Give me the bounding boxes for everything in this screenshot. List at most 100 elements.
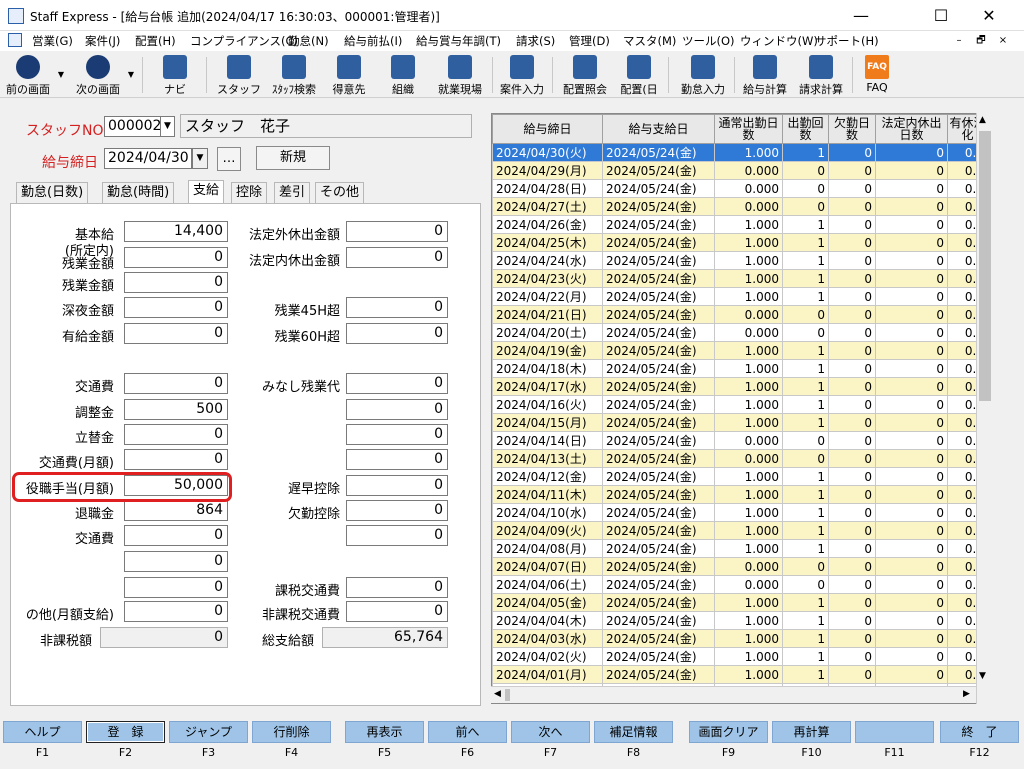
tab-attendance-days[interactable]: 勤怠(日数) bbox=[16, 182, 89, 204]
transport-2-field[interactable]: 0 bbox=[124, 525, 228, 546]
f4-delete-row-button[interactable]: 行削除 bbox=[252, 721, 331, 743]
table-row[interactable]: 2024/04/19(金) 2024/05/24(金) 1.000 1 0 0 0.0 bbox=[492, 341, 988, 360]
table-row[interactable]: 2024/04/23(火) 2024/05/24(金) 1.000 1 0 0 0.0 bbox=[492, 269, 988, 288]
menu-window[interactable]: ウィンドウ(W) bbox=[740, 33, 818, 49]
forward-button[interactable]: 次の画面 bbox=[72, 53, 124, 97]
billing-calc-button[interactable]: 請求計算 bbox=[794, 53, 848, 97]
payroll-calc-button[interactable]: 給与計算 bbox=[738, 53, 792, 97]
client-button[interactable]: 得意先 bbox=[326, 53, 372, 97]
menu-payroll[interactable]: 給与賞与年調(T) bbox=[416, 33, 501, 49]
maximize-button[interactable]: ☐ bbox=[918, 0, 964, 31]
project-entry-button[interactable]: 案件入力 bbox=[496, 53, 548, 97]
mdi-close-button[interactable]: × bbox=[994, 33, 1012, 49]
table-row[interactable]: 2024/04/22(月) 2024/05/24(金) 1.000 1 0 0 0.0 bbox=[492, 287, 988, 306]
f1-help-button[interactable]: ヘルプ bbox=[3, 721, 82, 743]
table-row[interactable]: 2024/04/08(月) 2024/05/24(金) 1.000 1 0 0 0.0 bbox=[492, 539, 988, 558]
table-row[interactable]: 2024/04/29(月) 2024/05/24(金) 0.000 0 0 0 0.0 bbox=[492, 161, 988, 180]
col-header-close-date[interactable]: 給与締日 bbox=[492, 114, 603, 144]
table-row[interactable]: 2024/04/12(金) 2024/05/24(金) 1.000 1 0 0 0.0 bbox=[492, 467, 988, 486]
table-row[interactable]: 2024/04/18(木) 2024/05/24(金) 1.000 1 0 0 0.0 bbox=[492, 359, 988, 378]
retirement-field[interactable]: 864 bbox=[124, 500, 228, 521]
menu-compliance[interactable]: コンプライアンス(C) bbox=[190, 33, 298, 49]
menu-tools[interactable]: ツール(O) bbox=[682, 33, 735, 49]
mdi-restore-button[interactable]: 🗗 bbox=[972, 33, 990, 49]
table-row[interactable]: 2024/04/24(水) 2024/05/24(金) 1.000 1 0 0 0.0 bbox=[492, 251, 988, 270]
table-row[interactable]: 2024/04/16(火) 2024/05/24(金) 1.000 1 0 0 0.0 bbox=[492, 395, 988, 414]
col-header-absence-days[interactable]: 欠勤日数 bbox=[828, 114, 876, 144]
staff-button[interactable]: スタッフ bbox=[216, 53, 262, 97]
f6-prev-button[interactable]: 前へ bbox=[428, 721, 507, 743]
col-header-attendance-count[interactable]: 出勤回数 bbox=[782, 114, 829, 144]
scroll-up-icon[interactable]: ▲ bbox=[979, 115, 986, 125]
table-row[interactable]: 2024/04/14(日) 2024/05/24(金) 0.000 0 0 0 0.0 bbox=[492, 431, 988, 450]
scroll-left-icon[interactable]: ◀ bbox=[494, 689, 501, 699]
overtime-45h-field[interactable]: 0 bbox=[346, 297, 448, 318]
mdi-minimize-button[interactable]: – bbox=[950, 33, 968, 49]
f7-next-button[interactable]: 次へ bbox=[511, 721, 590, 743]
table-row[interactable]: 2024/04/30(火) 2024/05/24(金) 1.000 1 0 0 0.0 bbox=[492, 143, 988, 162]
pay-close-date-input[interactable]: 2024/04/30 bbox=[104, 148, 192, 169]
base-pay-field[interactable]: 14,400 bbox=[124, 221, 228, 242]
f12-exit-button[interactable]: 終 了 bbox=[940, 721, 1019, 743]
new-button[interactable]: 新規 bbox=[256, 146, 330, 170]
night-amount-field[interactable]: 0 bbox=[124, 297, 228, 318]
transport-field[interactable]: 0 bbox=[124, 373, 228, 394]
hscroll-thumb[interactable] bbox=[505, 689, 510, 701]
f10-recalculate-button[interactable]: 再計算 bbox=[772, 721, 851, 743]
menu-billing[interactable]: 請求(S) bbox=[516, 33, 555, 49]
f11-button[interactable] bbox=[855, 721, 934, 743]
adjustment-field[interactable]: 500 bbox=[124, 399, 228, 420]
table-row[interactable]: 2024/04/11(木) 2024/05/24(金) 1.000 1 0 0 0.0 bbox=[492, 485, 988, 504]
back-dropdown[interactable]: ▼ bbox=[56, 53, 66, 97]
worksite-button[interactable]: 就業現場 bbox=[432, 53, 488, 97]
staff-no-input[interactable]: 000002 bbox=[104, 116, 162, 137]
custom-pay-field-2[interactable]: 0 bbox=[124, 577, 228, 598]
scroll-thumb[interactable] bbox=[979, 131, 991, 401]
table-row[interactable]: 2024/04/20(土) 2024/05/24(金) 0.000 0 0 0 0.0 bbox=[492, 323, 988, 342]
tab-deductions[interactable]: 控除 bbox=[231, 182, 268, 204]
custom-right-field-4[interactable]: 0 bbox=[346, 525, 448, 546]
col-header-holiday-work-days[interactable]: 法定内休出日数 bbox=[875, 114, 948, 144]
menu-admin[interactable]: 管理(D) bbox=[569, 33, 610, 49]
non-taxable-transport-field[interactable]: 0 bbox=[346, 601, 448, 622]
scroll-right-icon[interactable]: ▶ bbox=[963, 689, 970, 699]
table-row[interactable]: 2024/04/05(金) 2024/05/24(金) 1.000 1 0 0 0.0 bbox=[492, 593, 988, 612]
f5-refresh-button[interactable]: 再表示 bbox=[345, 721, 424, 743]
table-row[interactable]: 2024/04/13(土) 2024/05/24(金) 0.000 0 0 0 0.0 bbox=[492, 449, 988, 468]
table-row[interactable]: 2024/04/09(火) 2024/05/24(金) 1.000 1 0 0 0.0 bbox=[492, 521, 988, 540]
vertical-scrollbar[interactable]: ▲ ▼ bbox=[976, 113, 993, 704]
minimize-button[interactable]: — bbox=[838, 0, 884, 31]
late-early-deduction-field[interactable]: 0 bbox=[346, 475, 448, 496]
forward-dropdown[interactable]: ▼ bbox=[126, 53, 136, 97]
deemed-overtime-field[interactable]: 0 bbox=[346, 373, 448, 394]
custom-right-field-3[interactable]: 0 bbox=[346, 449, 448, 470]
col-header-work-days[interactable]: 通常出勤日数 bbox=[714, 114, 783, 144]
table-row[interactable]: 2024/04/27(土) 2024/05/24(金) 0.000 0 0 0 0.0 bbox=[492, 197, 988, 216]
monthly-transport-field[interactable]: 0 bbox=[124, 449, 228, 470]
back-button[interactable]: 前の画面 bbox=[2, 53, 54, 97]
table-row[interactable]: 2024/04/07(日) 2024/05/24(金) 0.000 0 0 0 0.0 bbox=[492, 557, 988, 576]
table-row[interactable]: 2024/04/10(水) 2024/05/24(金) 1.000 1 0 0 0.0 bbox=[492, 503, 988, 522]
menu-attendance[interactable]: 勤怠(N) bbox=[288, 33, 329, 49]
overtime-amount-field[interactable]: 0 bbox=[124, 272, 228, 293]
horizontal-scrollbar[interactable]: ◀ ▶ bbox=[491, 686, 976, 703]
staff-no-dropdown[interactable]: ▼ bbox=[160, 116, 175, 137]
paid-leave-amount-field[interactable]: 0 bbox=[124, 323, 228, 344]
tab-attendance-hours[interactable]: 勤怠(時間) bbox=[102, 182, 175, 204]
menu-sales[interactable]: 営業(G) bbox=[32, 33, 73, 49]
other-monthly-field[interactable]: 0 bbox=[124, 601, 228, 622]
f9-clear-button[interactable]: 画面クリア bbox=[689, 721, 768, 743]
date-picker-button[interactable]: … bbox=[217, 147, 241, 171]
menu-advance[interactable]: 給与前払(I) bbox=[344, 33, 402, 49]
placement-daily-button[interactable]: 配置(日 bbox=[616, 53, 662, 97]
table-row[interactable]: 2024/04/04(木) 2024/05/24(金) 1.000 1 0 0 0.0 bbox=[492, 611, 988, 630]
custom-right-field-1[interactable]: 0 bbox=[346, 399, 448, 420]
table-row[interactable]: 2024/04/26(金) 2024/05/24(金) 1.000 1 0 0 0.0 bbox=[492, 215, 988, 234]
table-row[interactable]: 2024/04/06(土) 2024/05/24(金) 0.000 0 0 0 0.0 bbox=[492, 575, 988, 594]
menu-projects[interactable]: 案件(J) bbox=[85, 33, 120, 49]
overtime-60h-field[interactable]: 0 bbox=[346, 323, 448, 344]
table-row[interactable]: 2024/04/15(月) 2024/05/24(金) 1.000 1 0 0 0.0 bbox=[492, 413, 988, 432]
statutory-ext-holiday-field[interactable]: 0 bbox=[346, 221, 448, 242]
tab-other[interactable]: その他 bbox=[315, 182, 365, 204]
taxable-transport-field[interactable]: 0 bbox=[346, 577, 448, 598]
